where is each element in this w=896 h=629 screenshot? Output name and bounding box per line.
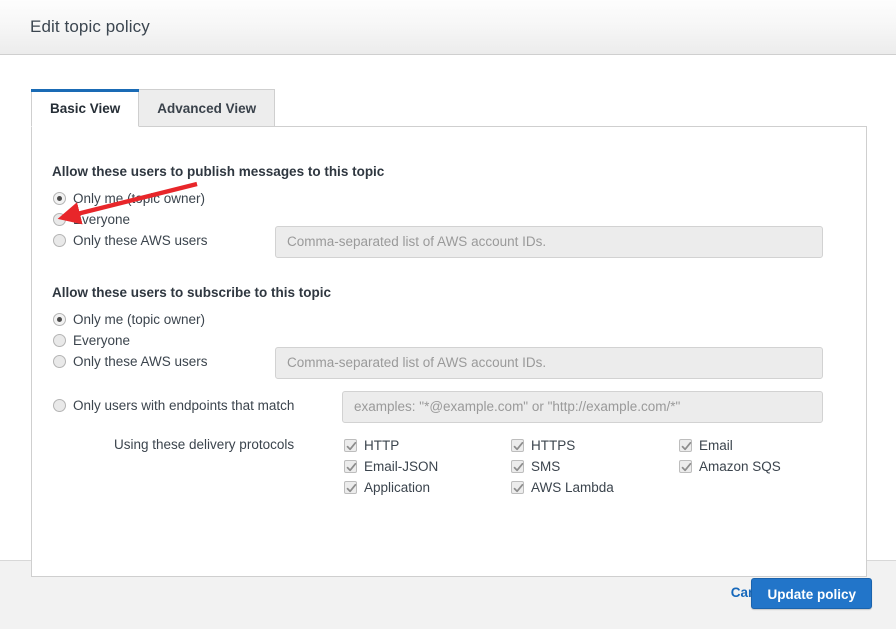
- checkbox-application[interactable]: [344, 481, 357, 494]
- protocol-aws-lambda-label: AWS Lambda: [531, 480, 614, 495]
- view-tabs: Basic View Advanced View: [31, 89, 276, 127]
- checkbox-email-json[interactable]: [344, 460, 357, 473]
- checkbox-email[interactable]: [679, 439, 692, 452]
- publish-aws-accounts-input[interactable]: Comma-separated list of AWS account IDs.: [275, 226, 823, 258]
- protocol-https-label: HTTPS: [531, 438, 576, 453]
- tab-basic-view-label: Basic View: [50, 101, 121, 116]
- publish-option-only-me-label: Only me (topic owner): [73, 191, 206, 206]
- checkbox-amazon-sqs[interactable]: [679, 460, 692, 473]
- tab-basic-view[interactable]: Basic View: [31, 89, 140, 127]
- tab-advanced-view[interactable]: Advanced View: [138, 89, 276, 127]
- page-title: Edit topic policy: [30, 17, 150, 36]
- protocol-amazon-sqs-label: Amazon SQS: [699, 459, 781, 474]
- radio-publish-aws-users[interactable]: [53, 234, 66, 247]
- protocol-email-json-label: Email-JSON: [364, 459, 439, 474]
- radio-subscribe-everyone[interactable]: [53, 334, 66, 347]
- subscribe-option-only-me-label: Only me (topic owner): [73, 312, 206, 327]
- protocol-application-label: Application: [364, 480, 431, 495]
- tab-advanced-view-label: Advanced View: [157, 101, 257, 116]
- publish-option-aws-users-label: Only these AWS users: [73, 233, 208, 248]
- checkbox-sms[interactable]: [511, 460, 524, 473]
- protocol-email-label: Email: [699, 438, 733, 453]
- radio-subscribe-endpoints[interactable]: [53, 399, 66, 412]
- subscribe-option-everyone-label: Everyone: [73, 333, 131, 348]
- delivery-protocols-label: Using these delivery protocols: [114, 437, 295, 452]
- radio-subscribe-aws-users[interactable]: [53, 355, 66, 368]
- protocol-http-label: HTTP: [364, 438, 400, 453]
- checkbox-https[interactable]: [511, 439, 524, 452]
- policy-panel: Allow these users to publish messages to…: [31, 126, 867, 577]
- dialog-body: Basic View Advanced View Allow these use…: [0, 56, 896, 577]
- subscribe-section-heading: Allow these users to subscribe to this t…: [52, 285, 332, 300]
- subscribe-option-aws-users-label: Only these AWS users: [73, 354, 208, 369]
- checkbox-http[interactable]: [344, 439, 357, 452]
- protocol-sms-label: SMS: [531, 459, 561, 474]
- radio-subscribe-only-me[interactable]: [53, 313, 66, 326]
- publish-option-everyone-label: Everyone: [73, 212, 131, 227]
- edit-topic-policy-dialog: Edit topic policy Basic View Advanced Vi…: [0, 0, 896, 629]
- radio-publish-everyone[interactable]: [53, 213, 66, 226]
- subscribe-aws-accounts-input[interactable]: Comma-separated list of AWS account IDs.: [275, 347, 823, 379]
- subscribe-option-endpoints-label: Only users with endpoints that match: [73, 398, 295, 413]
- checkbox-aws-lambda[interactable]: [511, 481, 524, 494]
- update-policy-button[interactable]: Update policy: [751, 578, 872, 609]
- publish-section-heading: Allow these users to publish messages to…: [52, 164, 385, 179]
- radio-publish-only-me[interactable]: [53, 192, 66, 205]
- subscribe-endpoints-input[interactable]: examples: "*@example.com" or "http://exa…: [342, 391, 823, 423]
- dialog-titlebar: Edit topic policy: [0, 0, 896, 55]
